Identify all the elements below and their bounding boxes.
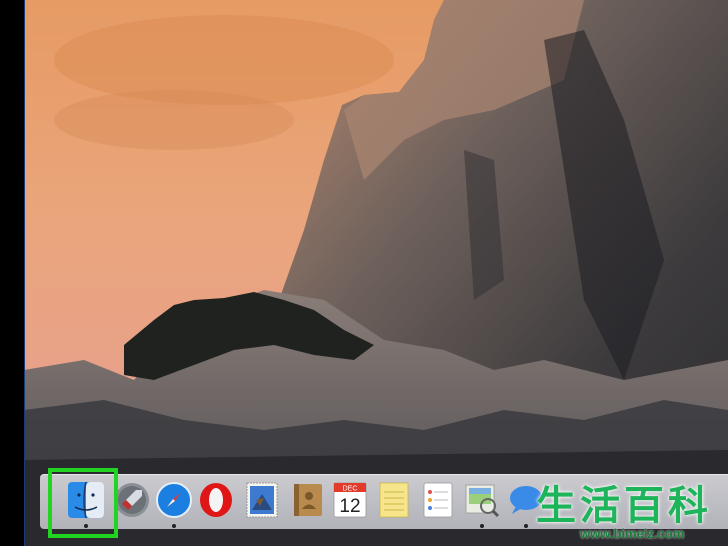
calendar-day: 12 xyxy=(339,496,360,517)
contacts-dock-item[interactable] xyxy=(288,480,328,520)
finder-highlight-box xyxy=(48,468,118,538)
wallpaper xyxy=(24,0,728,546)
running-indicator xyxy=(480,524,484,528)
calendar-dock-item[interactable]: DEC 12 xyxy=(330,480,370,520)
launchpad-dock-item[interactable] xyxy=(112,480,152,520)
wallpaper-image xyxy=(24,0,728,546)
notes-dock-item[interactable] xyxy=(374,480,414,520)
preview-icon xyxy=(465,484,500,518)
safari-dock-item[interactable] xyxy=(154,480,194,528)
reminders-dock-item[interactable] xyxy=(418,480,458,520)
watermark: 生活百科 www.bimeiz.com xyxy=(528,482,728,542)
desktop xyxy=(0,0,728,546)
screen-edge xyxy=(24,0,25,546)
calendar-month: DEC xyxy=(343,486,358,493)
opera-dock-item[interactable] xyxy=(196,480,236,520)
rocket-icon xyxy=(115,483,149,517)
address-book-icon xyxy=(294,484,322,516)
preview-dock-item[interactable] xyxy=(462,480,502,528)
stamp-icon xyxy=(246,482,278,518)
calendar-icon: DEC 12 xyxy=(333,482,367,518)
watermark-text: 生活百科 xyxy=(536,483,712,529)
opera-icon xyxy=(200,483,232,517)
watermark-url: www.bimeiz.com xyxy=(580,526,685,541)
running-indicator xyxy=(172,524,176,528)
mail-dock-item[interactable] xyxy=(242,480,282,520)
notes-icon xyxy=(379,482,409,518)
compass-icon xyxy=(156,482,192,518)
reminders-icon xyxy=(423,482,453,518)
